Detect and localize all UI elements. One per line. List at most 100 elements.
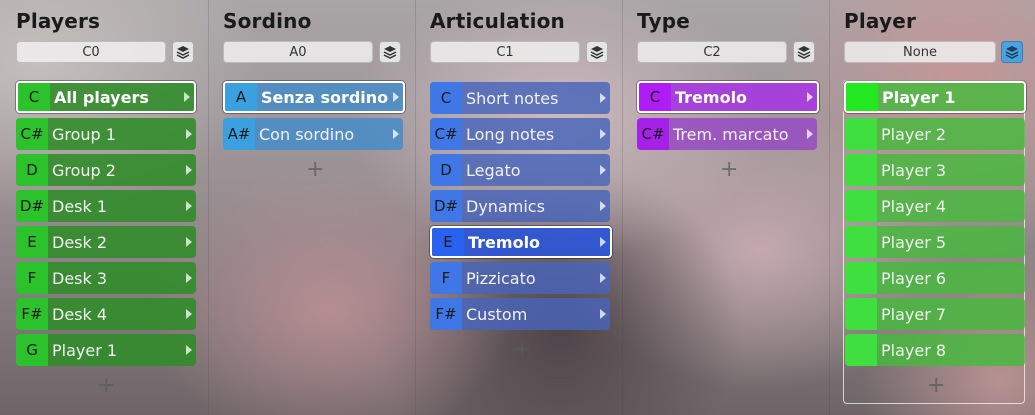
list-item[interactable]: Player 5	[845, 226, 1025, 258]
list-item[interactable]: E Tremolo	[430, 226, 612, 258]
bank-selector[interactable]: None	[844, 41, 996, 63]
triangle-right-icon[interactable]	[803, 83, 817, 111]
item-label: Player 2	[881, 124, 947, 144]
key-label: D#	[430, 190, 462, 222]
column-sordino: Sordino A0 A Senza sordino A# Con sordino …	[208, 0, 416, 415]
triangle-right-icon[interactable]	[182, 262, 196, 294]
bank-selector[interactable]: A0	[223, 41, 373, 63]
item-label: Desk 3	[52, 268, 108, 288]
triangle-right-icon[interactable]	[180, 83, 194, 111]
triangle-right-icon[interactable]	[596, 228, 610, 256]
item-label: Desk 4	[52, 304, 108, 324]
key-label	[845, 118, 877, 150]
list-item[interactable]: D# Desk 1	[16, 190, 196, 222]
key-label: C	[639, 83, 671, 111]
key-label: A	[225, 83, 257, 111]
key-label	[845, 190, 877, 222]
layers-icon[interactable]	[586, 41, 608, 63]
triangle-right-icon[interactable]	[596, 154, 610, 186]
list-item[interactable]: Player 8	[845, 334, 1025, 366]
triangle-right-icon[interactable]	[182, 190, 196, 222]
list-item[interactable]: D# Dynamics	[430, 190, 610, 222]
triangle-right-icon[interactable]	[596, 262, 610, 294]
triangle-right-icon[interactable]	[182, 226, 196, 258]
triangle-right-icon[interactable]	[596, 118, 610, 150]
triangle-right-icon[interactable]	[182, 298, 196, 330]
key-label	[845, 334, 877, 366]
list-item[interactable]: Player 2	[845, 118, 1025, 150]
plus-icon[interactable]: +	[97, 375, 115, 397]
item-label: Desk 1	[52, 196, 108, 216]
column-title: Articulation	[430, 9, 565, 33]
column-type: Type C2 C Tremolo C# Trem. marcato +	[622, 0, 830, 415]
column-title: Player	[844, 9, 917, 33]
layers-icon[interactable]	[1001, 41, 1023, 63]
triangle-right-icon[interactable]	[596, 82, 610, 114]
plus-icon[interactable]: +	[927, 375, 945, 397]
list-item[interactable]: Player 6	[845, 262, 1025, 294]
item-label: All players	[54, 87, 149, 107]
key-label: D#	[16, 190, 48, 222]
triangle-right-icon[interactable]	[596, 298, 610, 330]
list-item[interactable]: F Desk 3	[16, 262, 196, 294]
item-label: Custom	[466, 304, 528, 324]
key-label: D	[16, 154, 48, 186]
list-item[interactable]: G Player 1	[16, 334, 196, 366]
list-item[interactable]: C Tremolo	[637, 81, 819, 113]
layers-icon[interactable]	[379, 41, 401, 63]
triangle-right-icon[interactable]	[182, 118, 196, 150]
plus-icon[interactable]: +	[513, 339, 531, 361]
list-item[interactable]: Player 4	[845, 190, 1025, 222]
list-item[interactable]: E Desk 2	[16, 226, 196, 258]
item-label: Tremolo	[468, 232, 541, 252]
list-item[interactable]: F# Custom	[430, 298, 610, 330]
triangle-right-icon[interactable]	[803, 118, 817, 150]
layers-icon[interactable]	[172, 41, 194, 63]
item-label: Pizzicato	[466, 268, 536, 288]
list-item[interactable]: F# Desk 4	[16, 298, 196, 330]
list-item[interactable]: A# Con sordino	[223, 118, 403, 150]
key-label: D	[430, 154, 462, 186]
list-item[interactable]: Player 1	[844, 81, 1026, 113]
list-item[interactable]: F Pizzicato	[430, 262, 610, 294]
list-item[interactable]: C All players	[16, 81, 196, 113]
layers-icon[interactable]	[793, 41, 815, 63]
key-label	[845, 226, 877, 258]
triangle-right-icon[interactable]	[389, 118, 403, 150]
plus-icon[interactable]: +	[720, 159, 738, 181]
triangle-right-icon[interactable]	[182, 154, 196, 186]
item-label: Con sordino	[259, 124, 355, 144]
list-item[interactable]: D Group 2	[16, 154, 196, 186]
list-item[interactable]: Player 7	[845, 298, 1025, 330]
item-label: Trem. marcato	[673, 124, 789, 144]
bank-selector[interactable]: C0	[16, 41, 166, 63]
triangle-right-icon[interactable]	[182, 334, 196, 366]
list-item[interactable]: A Senza sordino	[223, 81, 405, 113]
column-title: Players	[16, 9, 101, 33]
key-label	[845, 298, 877, 330]
key-label: F	[430, 262, 462, 294]
list-item[interactable]: C# Trem. marcato	[637, 118, 817, 150]
bank-selector[interactable]: C1	[430, 41, 580, 63]
triangle-right-icon[interactable]	[389, 83, 403, 111]
bank-selector[interactable]: C2	[637, 41, 787, 63]
plus-icon[interactable]: +	[306, 159, 324, 181]
column-articulation: Articulation C1 C Short notes C# Long note…	[415, 0, 623, 415]
triangle-right-icon[interactable]	[596, 190, 610, 222]
key-label: E	[432, 228, 464, 256]
key-label: C#	[16, 118, 48, 150]
key-label	[845, 262, 877, 294]
item-label: Dynamics	[466, 196, 545, 216]
item-label: Player 6	[881, 268, 947, 288]
key-label: G	[16, 334, 48, 366]
item-label: Legato	[466, 160, 521, 180]
key-label: E	[16, 226, 48, 258]
item-label: Group 2	[52, 160, 116, 180]
list-item[interactable]: C# Long notes	[430, 118, 610, 150]
list-item[interactable]: Player 3	[845, 154, 1025, 186]
list-item[interactable]: D Legato	[430, 154, 610, 186]
list-item[interactable]: C Short notes	[430, 82, 610, 114]
list-item[interactable]: C# Group 1	[16, 118, 196, 150]
column-players: Players C0 C All players C# Group 1 D Group…	[10, 0, 208, 415]
column-title: Sordino	[223, 9, 312, 33]
